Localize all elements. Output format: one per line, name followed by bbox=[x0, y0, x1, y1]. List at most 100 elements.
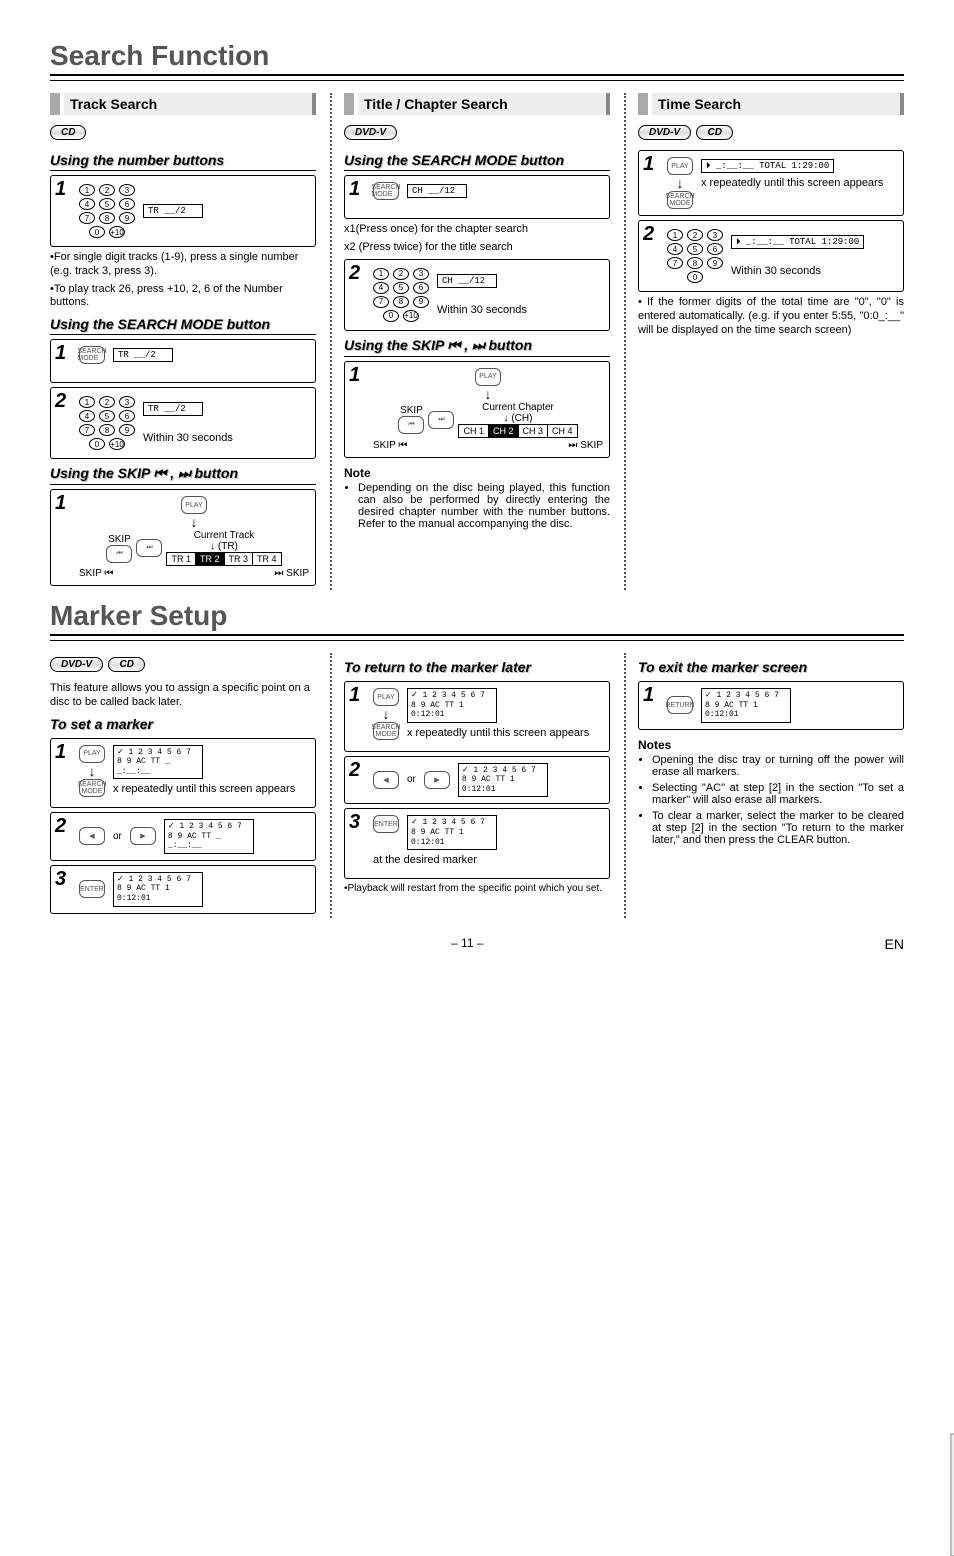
display-tr: TR __/2 bbox=[143, 402, 203, 416]
marker-display: ✓ 1 2 3 4 5 6 7 8 9 AC TT _ _:__:__ bbox=[164, 819, 254, 854]
search-mode-icon: SEARCH MODE bbox=[79, 346, 105, 364]
display-tr: TR __/2 bbox=[143, 204, 203, 218]
num-note-1: •For single digit tracks (1-9), press a … bbox=[50, 251, 316, 279]
ch-label: (CH) bbox=[511, 413, 532, 424]
display-time: ⏵ _:__:__ TOTAL 1:29:00 bbox=[731, 235, 864, 249]
return-icon: RETURN bbox=[667, 696, 693, 714]
column-chapter: Title / Chapter Search DVD-V Using the S… bbox=[330, 93, 610, 590]
display-ch: CH __/12 bbox=[437, 274, 497, 288]
page-title-marker: Marker Setup bbox=[50, 600, 904, 636]
exit-notes-head: Notes bbox=[638, 738, 904, 752]
subhead-searchmode: Using the SEARCH MODE button bbox=[50, 316, 316, 335]
chapter-strip: CH 1 CH 2 CH 3 CH 4 bbox=[458, 424, 577, 438]
play-icon: PLAY bbox=[373, 688, 399, 706]
play-icon: PLAY bbox=[79, 745, 105, 763]
within-30s: Within 30 seconds bbox=[731, 265, 821, 277]
rule bbox=[50, 640, 904, 641]
header-time: Time Search bbox=[638, 93, 904, 115]
step-ch-1: 1 SEARCH MODE CH __/12 bbox=[344, 175, 610, 219]
ch-instr-2: x2 (Press twice) for the title search bbox=[344, 241, 610, 255]
enter-icon: ENTER bbox=[79, 880, 105, 898]
step-track-sm-1: 1 SEARCH MODE TR __/2 bbox=[50, 339, 316, 383]
marker-display: ✓ 1 2 3 4 5 6 7 8 9 AC TT 1 0:12:01 bbox=[458, 763, 548, 798]
skip-left-label: SKIP ⏮ bbox=[79, 568, 113, 579]
column-time: Time Search DVD-V CD 1 PLAY SEARCH MODE … bbox=[624, 93, 904, 590]
play-icon: PLAY bbox=[181, 496, 207, 514]
exit-note-2: Selecting "AC" at step [2] in the sectio… bbox=[652, 782, 904, 806]
marker-display: ✓ 1 2 3 4 5 6 7 8 9 AC TT 1 0:12:01 bbox=[407, 688, 497, 723]
display-ch: CH __/12 bbox=[407, 184, 467, 198]
skip-left-label: SKIP ⏮ bbox=[373, 440, 407, 451]
cursor-right-icon: ▶ bbox=[130, 827, 156, 845]
marker-display: ✓ 1 2 3 4 5 6 7 8 9 AC TT 1 0:12:01 bbox=[701, 688, 791, 723]
subhead-num: Using the number buttons bbox=[50, 152, 316, 171]
step-ch-2: 2 123 456 789 0+10 CH __/12 Within 30 se… bbox=[344, 259, 610, 331]
ret-footnote: •Playback will restart from the specific… bbox=[344, 883, 610, 894]
step-track-skip-1: 1 PLAY SKIP ⏮ ⏭ Current Track ↓ (TR) TR … bbox=[50, 489, 316, 586]
step-set-3: 3 ENTER ✓ 1 2 3 4 5 6 7 8 9 AC TT 1 0:12… bbox=[50, 865, 316, 914]
exit-note-1: Opening the disc tray or turning off the… bbox=[652, 754, 904, 778]
marker-display: ✓ 1 2 3 4 5 6 7 8 9 AC TT 1 0:12:01 bbox=[407, 815, 497, 850]
disc-badge-dvd: DVD-V bbox=[50, 657, 103, 672]
numpad-icon: 123 456 789 0+10 bbox=[79, 182, 135, 240]
header-track: Track Search bbox=[50, 93, 316, 115]
set-repeat: x repeatedly until this screen appears bbox=[113, 783, 295, 797]
step-ret-2: 2 ◀ or ▶ ✓ 1 2 3 4 5 6 7 8 9 AC TT 1 0:1… bbox=[344, 756, 610, 805]
step-ch-skip-1: 1 PLAY SKIP ⏮ ⏭ Current Chapter ↓ (CH) C… bbox=[344, 361, 610, 458]
rule bbox=[50, 80, 904, 81]
skip-prev-icon: ⏮ bbox=[398, 416, 424, 434]
skip-right-label: ⏭ SKIP bbox=[568, 440, 603, 451]
numpad-icon: 123 456 789 0+10 bbox=[373, 266, 429, 324]
num-note-2: •To play track 26, press +10, 2, 6 of th… bbox=[50, 283, 316, 311]
search-mode-icon: SEARCH MODE bbox=[373, 722, 399, 740]
disc-badge-dvd: DVD-V bbox=[344, 125, 397, 140]
ret-repeat: x repeatedly until this screen appears bbox=[407, 727, 589, 741]
play-icon: PLAY bbox=[667, 157, 693, 175]
column-return-marker: To return to the marker later 1 PLAY SEA… bbox=[330, 653, 610, 918]
current-chapter-label: Current Chapter bbox=[458, 402, 577, 413]
enter-icon: ENTER bbox=[373, 815, 399, 833]
cursor-left-icon: ◀ bbox=[373, 771, 399, 789]
page-title-search: Search Function bbox=[50, 40, 904, 76]
exit-note-3: To clear a marker, select the marker to … bbox=[652, 810, 904, 846]
side-tab-functions: Functions bbox=[950, 1433, 954, 1556]
or-label: or bbox=[407, 774, 416, 785]
subhead-ch-sm: Using the SEARCH MODE button bbox=[344, 152, 610, 171]
cursor-right-icon: ▶ bbox=[424, 771, 450, 789]
disc-badge-cd: CD bbox=[696, 125, 732, 140]
step-time-1: 1 PLAY SEARCH MODE ⏵ _:__:__ TOTAL 1:29:… bbox=[638, 150, 904, 216]
skip-right-label: ⏭ SKIP bbox=[274, 568, 309, 579]
disc-badge-cd: CD bbox=[50, 125, 86, 140]
skip-next-icon: ⏭ bbox=[428, 411, 454, 429]
step-set-1: 1 PLAY SEARCH MODE ✓ 1 2 3 4 5 6 7 8 9 A… bbox=[50, 738, 316, 809]
skip-prev-icon: ⏮ bbox=[106, 545, 132, 563]
disc-badge-cd: CD bbox=[108, 657, 144, 672]
step-time-2: 2 123 456 789 0 ⏵ _:__:__ TOTAL 1:29:00 … bbox=[638, 220, 904, 292]
cursor-left-icon: ◀ bbox=[79, 827, 105, 845]
tr-label: (TR) bbox=[218, 541, 238, 552]
time-repeat: x repeatedly until this screen appears bbox=[701, 177, 883, 191]
header-chapter: Title / Chapter Search bbox=[344, 93, 610, 115]
time-note: • If the former digits of the total time… bbox=[638, 296, 904, 337]
page-lang: EN bbox=[885, 936, 904, 952]
numpad-icon: 123 456 789 0+10 bbox=[79, 394, 135, 452]
ch-instr-1: x1(Press once) for the chapter search bbox=[344, 223, 610, 237]
ch-note-head: Note bbox=[344, 466, 610, 480]
subhead-exit-marker: To exit the marker screen bbox=[638, 659, 904, 677]
step-set-2: 2 ◀ or ▶ ✓ 1 2 3 4 5 6 7 8 9 AC TT _ _:_… bbox=[50, 812, 316, 861]
play-icon: PLAY bbox=[475, 368, 501, 386]
step-track-sm-2: 2 123 456 789 0+10 TR __/2 Within 30 sec… bbox=[50, 387, 316, 459]
subhead-set-marker: To set a marker bbox=[50, 716, 316, 734]
skip-label: SKIP bbox=[106, 534, 132, 545]
within-30s: Within 30 seconds bbox=[143, 432, 233, 444]
within-30s: Within 30 seconds bbox=[437, 304, 527, 316]
column-set-marker: DVD-V CD This feature allows you to assi… bbox=[50, 653, 316, 918]
step-track-num-1: 1 123 456 789 0+10 TR __/2 bbox=[50, 175, 316, 247]
track-strip: TR 1 TR 2 TR 3 TR 4 bbox=[166, 552, 281, 566]
marker-intro: This feature allows you to assign a spec… bbox=[50, 682, 316, 710]
numpad-icon: 123 456 789 0 bbox=[667, 227, 723, 285]
marker-display: ✓ 1 2 3 4 5 6 7 8 9 AC TT 1 0:12:01 bbox=[113, 872, 203, 907]
step-ret-1: 1 PLAY SEARCH MODE ✓ 1 2 3 4 5 6 7 8 9 A… bbox=[344, 681, 610, 752]
disc-badge-dvd: DVD-V bbox=[638, 125, 691, 140]
display-time: ⏵ _:__:__ TOTAL 1:29:00 bbox=[701, 159, 834, 173]
